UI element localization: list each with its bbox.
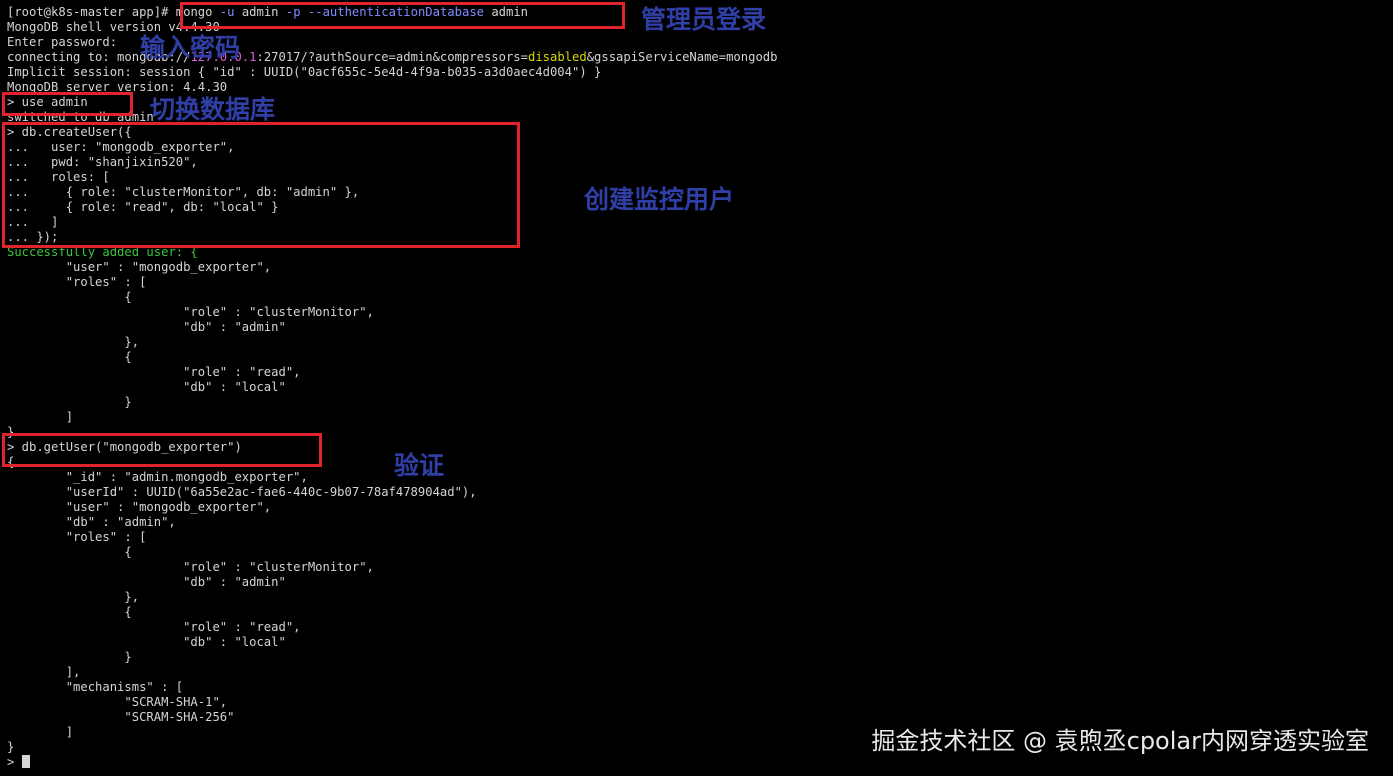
terminal-text: "userId" : UUID("6a55e2ac-fae6-440c-9b07… xyxy=(7,485,477,499)
terminal-line: } xyxy=(7,395,777,410)
terminal-text: { xyxy=(7,290,132,304)
annotation-verify: 验证 xyxy=(394,451,445,480)
terminal-line: ] xyxy=(7,725,777,740)
highlight-box-use-admin xyxy=(2,92,133,116)
terminal-text: } xyxy=(7,740,15,754)
terminal-line: "user" : "mongodb_exporter", xyxy=(7,260,777,275)
terminal-text: ] xyxy=(7,725,74,739)
terminal-text: "role" : "read", xyxy=(7,620,301,634)
terminal-text: "db" : "admin" xyxy=(7,575,286,589)
terminal-line: { xyxy=(7,350,777,365)
terminal-line: }, xyxy=(7,335,777,350)
terminal-line: "role" : "clusterMonitor", xyxy=(7,560,777,575)
terminal-text: "db" : "local" xyxy=(7,635,286,649)
terminal-text: [root@k8s-master app]# xyxy=(7,5,176,19)
terminal-line: "db" : "admin" xyxy=(7,575,777,590)
terminal-text: } xyxy=(7,650,132,664)
terminal-line: "roles" : [ xyxy=(7,275,777,290)
terminal-line: "db" : "admin", xyxy=(7,515,777,530)
highlight-box-create-user xyxy=(2,122,520,248)
terminal-line: { xyxy=(7,545,777,560)
terminal-text: }, xyxy=(7,590,140,604)
terminal-line: { xyxy=(7,290,777,305)
terminal-line: "roles" : [ xyxy=(7,530,777,545)
watermark-text: 掘金技术社区 @ 袁煦丞cpolar内网穿透实验室 xyxy=(871,727,1369,755)
terminal-line: Implicit session: session { "id" : UUID(… xyxy=(7,65,777,80)
terminal-line: connecting to: mongodb://127.0.0.1:27017… xyxy=(7,50,777,65)
terminal-line: } xyxy=(7,650,777,665)
terminal-text: &gssapiServiceName=mongodb xyxy=(586,50,778,64)
terminal-line: "SCRAM-SHA-1", xyxy=(7,695,777,710)
annotation-enter-password: 输入密码 xyxy=(140,33,241,62)
terminal-text: ], xyxy=(7,665,81,679)
terminal-line: { xyxy=(7,605,777,620)
terminal-line: "role" : "read", xyxy=(7,620,777,635)
terminal-line: "db" : "admin" xyxy=(7,320,777,335)
terminal-line: "role" : "clusterMonitor", xyxy=(7,305,777,320)
terminal-line: "SCRAM-SHA-256" xyxy=(7,710,777,725)
terminal-text: "role" : "clusterMonitor", xyxy=(7,560,374,574)
terminal-text: "db" : "admin", xyxy=(7,515,176,529)
terminal-text: ] xyxy=(7,410,74,424)
terminal-line: ], xyxy=(7,665,777,680)
terminal-line: "userId" : UUID("6a55e2ac-fae6-440c-9b07… xyxy=(7,485,777,500)
terminal-text: { xyxy=(7,545,132,559)
terminal-line: "db" : "local" xyxy=(7,635,777,650)
terminal-line: ] xyxy=(7,410,777,425)
terminal-text: "role" : "read", xyxy=(7,365,301,379)
terminal-line: }, xyxy=(7,590,777,605)
terminal-line: Enter password: xyxy=(7,35,777,50)
highlight-box-login-command xyxy=(180,2,625,29)
terminal-text: "SCRAM-SHA-256" xyxy=(7,710,235,724)
terminal-text: "db" : "local" xyxy=(7,380,286,394)
terminal-text: disabled xyxy=(527,50,587,64)
terminal-text: "roles" : [ xyxy=(7,530,147,544)
terminal-text: Enter password: xyxy=(7,35,118,49)
annotation-admin-login: 管理员登录 xyxy=(641,5,767,34)
terminal-cursor xyxy=(21,755,30,768)
terminal-text: "_id" : "admin.mongodb_exporter", xyxy=(7,470,308,484)
terminal-text: } xyxy=(7,395,132,409)
terminal-line: "db" : "local" xyxy=(7,380,777,395)
annotation-create-monitor-user: 创建监控用户 xyxy=(584,185,735,214)
terminal-text: "db" : "admin" xyxy=(7,320,286,334)
terminal-line: } xyxy=(7,740,777,755)
terminal-text: Implicit session: session { "id" : UUID(… xyxy=(7,65,602,79)
terminal-text: :27017/?authSource=admin&compressors= xyxy=(256,50,528,64)
terminal-line: "mechanisms" : [ xyxy=(7,680,777,695)
terminal-text: }, xyxy=(7,335,140,349)
terminal-line: > xyxy=(7,755,777,770)
terminal-text: "mechanisms" : [ xyxy=(7,680,184,694)
terminal-text: "SCRAM-SHA-1", xyxy=(7,695,228,709)
terminal-text: "roles" : [ xyxy=(7,275,147,289)
terminal-text: "role" : "clusterMonitor", xyxy=(7,305,374,319)
terminal-text: "user" : "mongodb_exporter", xyxy=(7,500,272,514)
terminal-text: { xyxy=(7,350,132,364)
terminal-text: > xyxy=(7,755,22,769)
terminal-line: "_id" : "admin.mongodb_exporter", xyxy=(7,470,777,485)
annotation-switch-database: 切换数据库 xyxy=(150,95,276,124)
terminal-line: "user" : "mongodb_exporter", xyxy=(7,500,777,515)
highlight-box-get-user xyxy=(2,433,322,467)
terminal-line: "role" : "read", xyxy=(7,365,777,380)
terminal-text: "user" : "mongodb_exporter", xyxy=(7,260,272,274)
terminal-text: { xyxy=(7,605,132,619)
terminal-output: [root@k8s-master app]# mongo -u admin -p… xyxy=(7,5,777,770)
